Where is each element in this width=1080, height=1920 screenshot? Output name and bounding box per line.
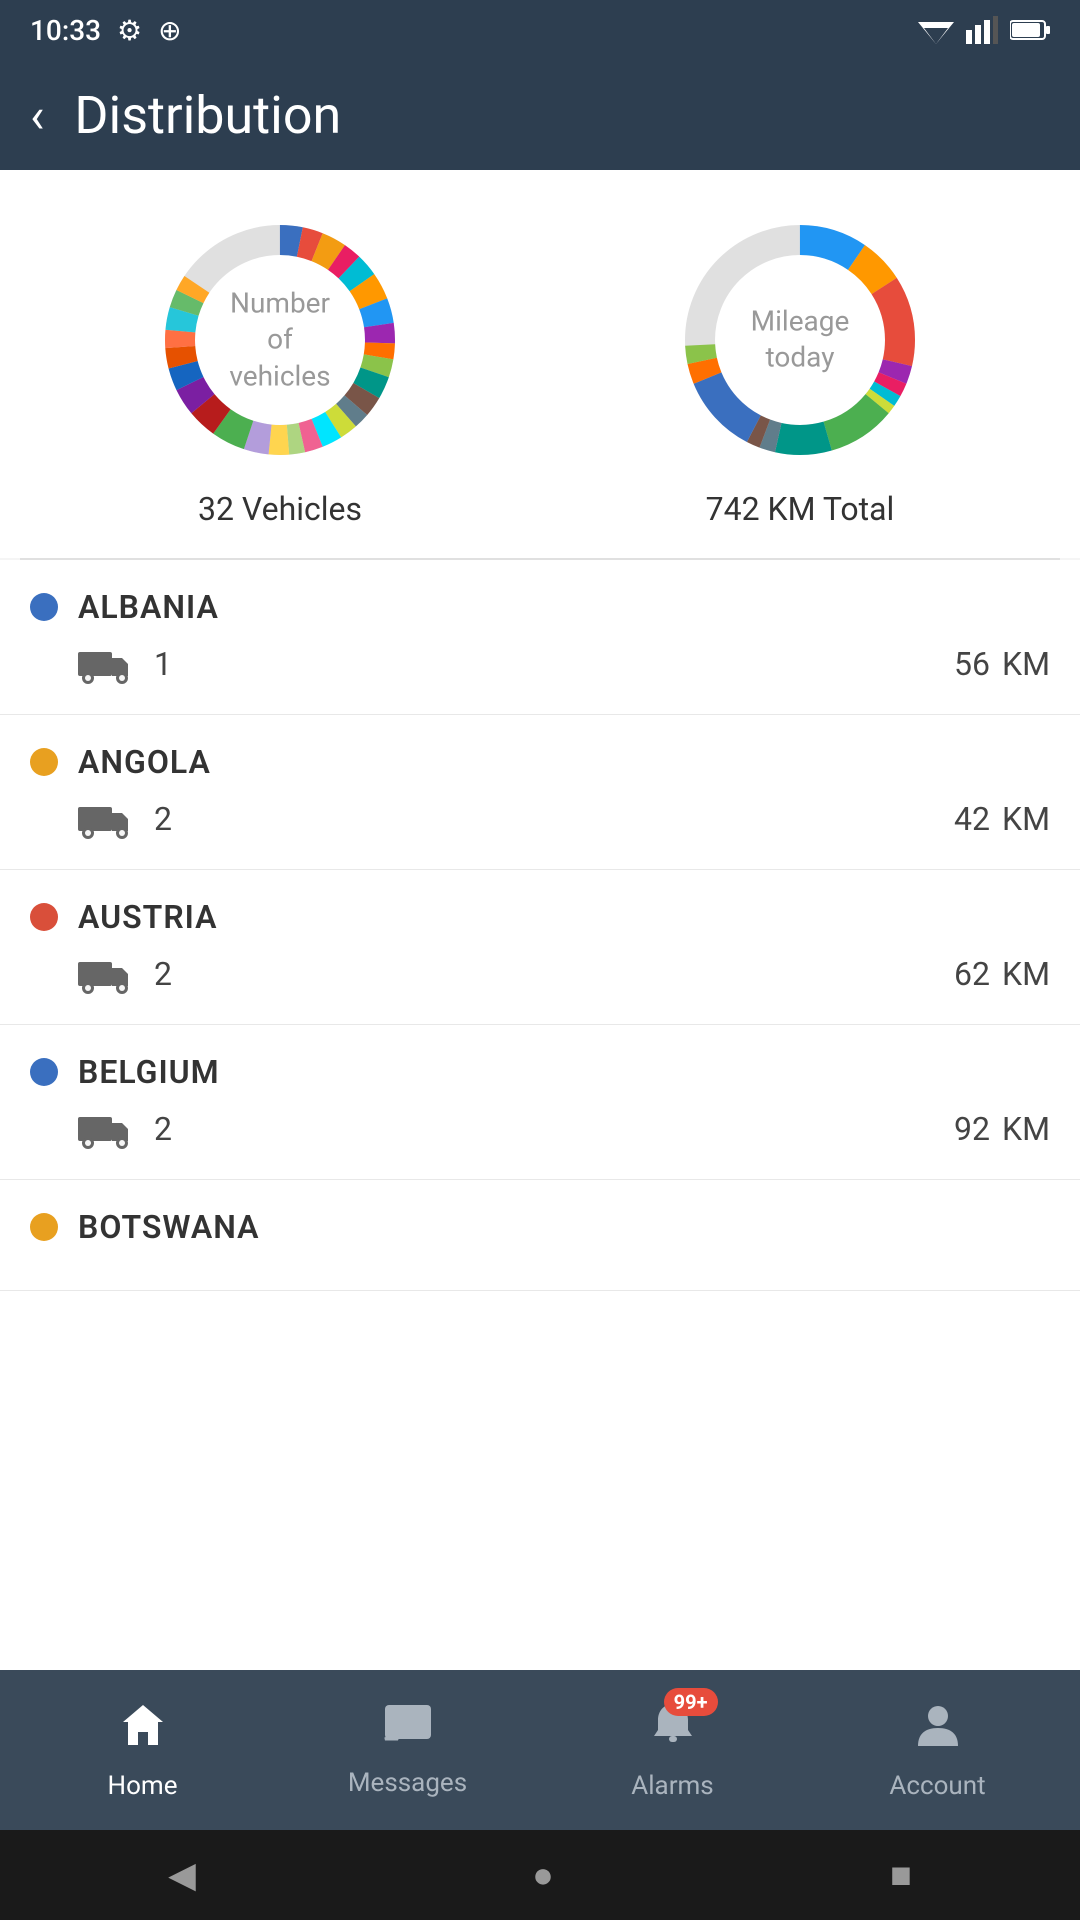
status-time: 10:33 xyxy=(30,14,101,47)
country-details-angola: 2 42 KM xyxy=(30,797,1050,841)
country-dot-albania xyxy=(30,593,58,621)
country-header-belgium: BELGIUM xyxy=(30,1053,1050,1091)
status-left: 10:33 ⚙ ⊕ xyxy=(30,14,182,47)
list-item: BOTSWANA xyxy=(0,1180,1080,1291)
vehicles-label: 32 Vehicles xyxy=(198,490,362,528)
vehicles-donut: Number of vehicles xyxy=(150,210,410,470)
account-icon xyxy=(913,1700,963,1763)
android-home[interactable]: ● xyxy=(532,1854,554,1896)
mileage-value-angola: 42 xyxy=(954,800,990,838)
vehicles-chart: Number of vehicles 32 Vehicles xyxy=(150,210,410,528)
country-name-angola: ANGOLA xyxy=(78,743,211,781)
nav-messages-label: Messages xyxy=(348,1768,467,1798)
vehicle-count-albania: 1 xyxy=(154,645,172,683)
nav-alarms[interactable]: 99+ Alarms xyxy=(583,1700,763,1801)
android-recent[interactable]: ■ xyxy=(890,1854,912,1896)
country-header-austria: AUSTRIA xyxy=(30,898,1050,936)
country-dot-austria xyxy=(30,903,58,931)
list-item: BELGIUM 2 92 KM xyxy=(0,1025,1080,1180)
mileage-unit-belgium: KM xyxy=(1002,1110,1050,1148)
mileage-unit-albania: KM xyxy=(1002,645,1050,683)
page-title: Distribution xyxy=(74,85,341,146)
vehicle-count-angola: 2 xyxy=(154,800,172,838)
country-header-angola: ANGOLA xyxy=(30,743,1050,781)
bottom-nav: Home Messages 99+ Alarms xyxy=(0,1670,1080,1830)
country-name-albania: ALBANIA xyxy=(78,588,219,626)
vehicle-info-angola: 2 xyxy=(78,797,172,841)
country-dot-angola xyxy=(30,748,58,776)
header: ‹ Distribution xyxy=(0,60,1080,170)
mileage-value-belgium: 92 xyxy=(954,1110,990,1148)
list-item: ANGOLA 2 42 KM xyxy=(0,715,1080,870)
list-item: AUSTRIA 2 62 KM xyxy=(0,870,1080,1025)
mileage-unit-austria: KM xyxy=(1002,955,1050,993)
vehicles-donut-svg xyxy=(150,210,410,470)
nav-home[interactable]: Home xyxy=(53,1700,233,1801)
alarm-wrapper: 99+ xyxy=(648,1700,698,1763)
country-name-botswana: BOTSWANA xyxy=(78,1208,260,1246)
vehicle-info-belgium: 2 xyxy=(78,1107,172,1151)
vehicle-info-austria: 2 xyxy=(78,952,172,996)
home-icon xyxy=(118,1700,168,1763)
nav-account-label: Account xyxy=(889,1771,985,1801)
vehicle-info-albania: 1 xyxy=(78,642,172,686)
mileage-donut-svg xyxy=(670,210,930,470)
mileage-info-austria: 62 KM xyxy=(954,955,1050,993)
signal-icon xyxy=(966,16,998,44)
back-button[interactable]: ‹ xyxy=(30,87,44,144)
country-list: ALBANIA 1 56 KM ANGOLA xyxy=(0,560,1080,1670)
country-details-austria: 2 62 KM xyxy=(30,952,1050,996)
nav-account[interactable]: Account xyxy=(848,1700,1028,1801)
mileage-info-belgium: 92 KM xyxy=(954,1110,1050,1148)
status-right xyxy=(918,16,1050,44)
truck-icon xyxy=(78,952,134,996)
mileage-info-angola: 42 KM xyxy=(954,800,1050,838)
charts-section: Number of vehicles 32 Vehicles xyxy=(0,170,1080,558)
mileage-value-albania: 56 xyxy=(954,645,990,683)
country-header-botswana: BOTSWANA xyxy=(30,1208,1050,1246)
android-back[interactable]: ◀ xyxy=(168,1854,196,1896)
nav-messages[interactable]: Messages xyxy=(318,1702,498,1798)
nav-home-label: Home xyxy=(108,1771,178,1801)
country-dot-botswana xyxy=(30,1213,58,1241)
vehicle-count-belgium: 2 xyxy=(154,1110,172,1148)
mileage-chart: Mileage today 742 KM Total xyxy=(670,210,930,528)
truck-icon xyxy=(78,642,134,686)
wifi-icon xyxy=(918,16,954,44)
country-details-belgium: 2 92 KM xyxy=(30,1107,1050,1151)
country-details-albania: 1 56 KM xyxy=(30,642,1050,686)
country-name-austria: AUSTRIA xyxy=(78,898,217,936)
vehicle-count-austria: 2 xyxy=(154,955,172,993)
mileage-unit-angola: KM xyxy=(1002,800,1050,838)
battery-icon xyxy=(1010,19,1050,41)
list-item: ALBANIA 1 56 KM xyxy=(0,560,1080,715)
country-name-belgium: BELGIUM xyxy=(78,1053,220,1091)
alarm-badge: 99+ xyxy=(664,1688,718,1716)
country-dot-belgium xyxy=(30,1058,58,1086)
android-nav: ◀ ● ■ xyxy=(0,1830,1080,1920)
truck-icon xyxy=(78,1107,134,1151)
messages-icon xyxy=(383,1702,433,1760)
settings-icon: ⚙ xyxy=(117,14,142,47)
mileage-value-austria: 62 xyxy=(954,955,990,993)
at-icon: ⊕ xyxy=(158,14,181,47)
mileage-donut: Mileage today xyxy=(670,210,930,470)
mileage-label: 742 KM Total xyxy=(706,490,895,528)
truck-icon xyxy=(78,797,134,841)
mileage-info-albania: 56 KM xyxy=(954,645,1050,683)
status-bar: 10:33 ⚙ ⊕ xyxy=(0,0,1080,60)
nav-alarms-label: Alarms xyxy=(631,1771,713,1801)
country-header-albania: ALBANIA xyxy=(30,588,1050,626)
